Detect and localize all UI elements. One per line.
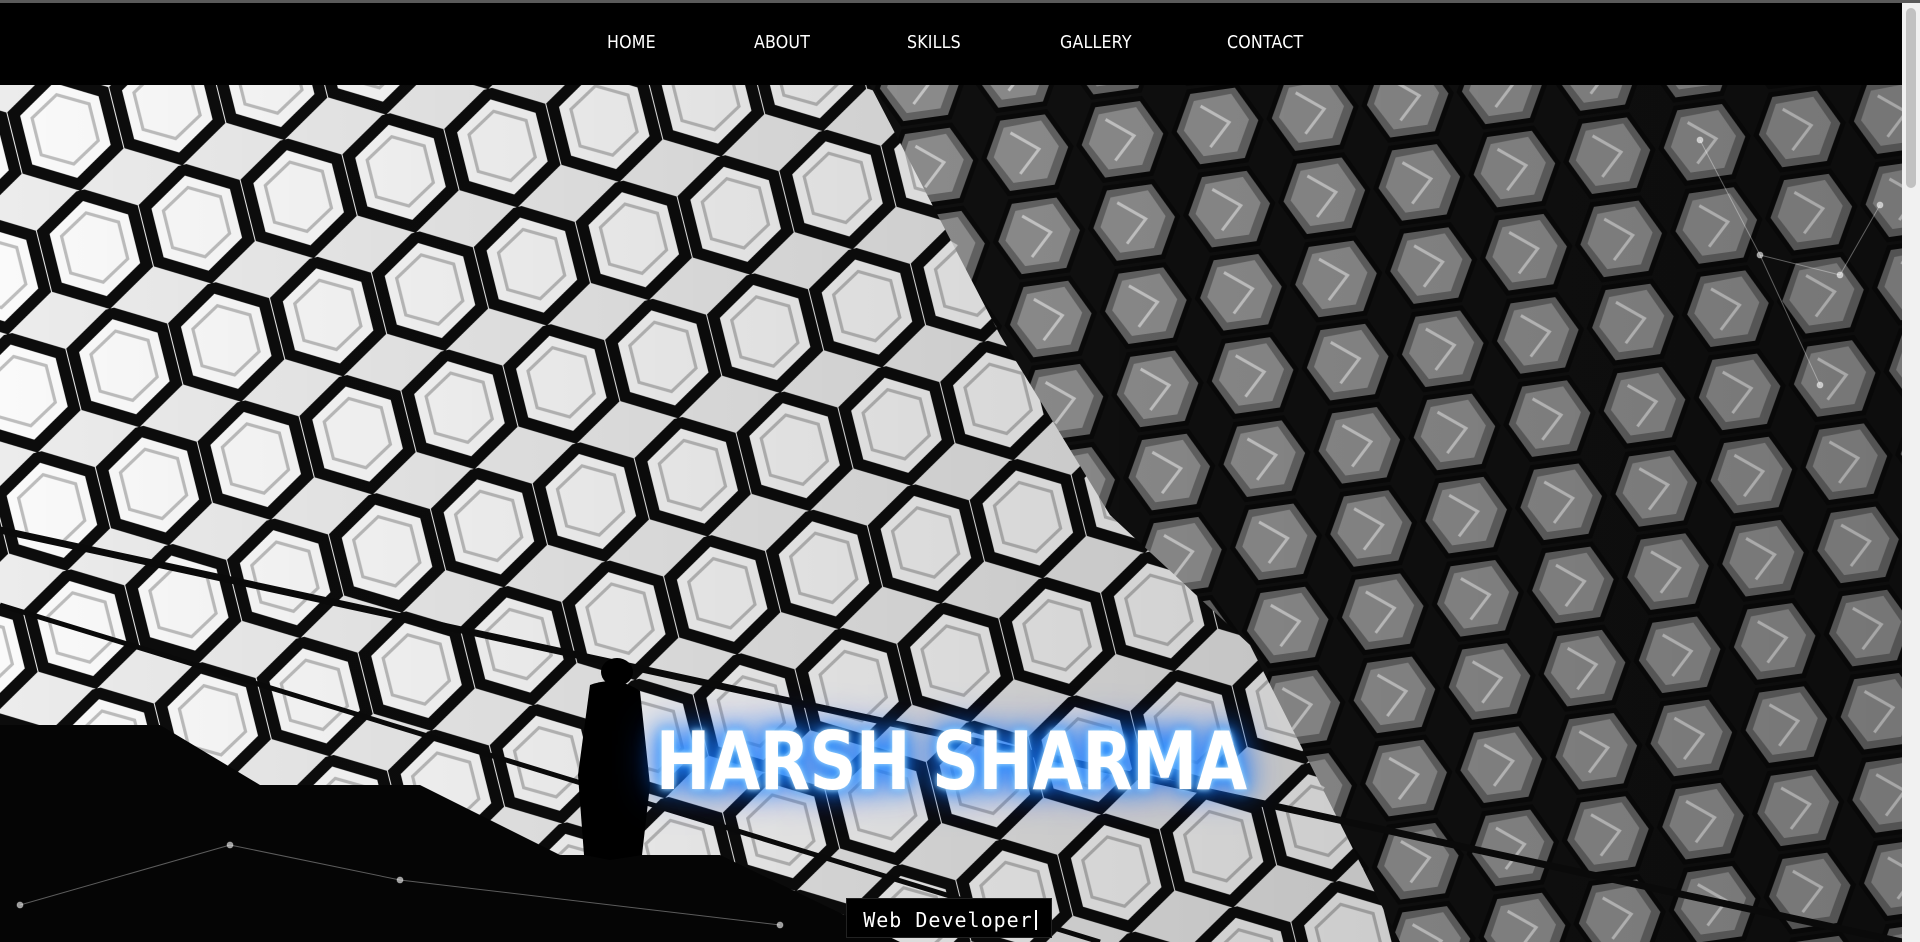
hero-title: HARSH SHARMA — [655, 715, 1248, 808]
hero-subtitle: Web Developer — [863, 908, 1033, 932]
top-navigation: HOME ABOUT SKILLS GALLERY CONTACT — [0, 3, 1902, 85]
hero-subtitle-wrap: Web Developer — [847, 908, 1053, 932]
subtitle-box: Web Developer — [846, 898, 1052, 938]
nav-about-link[interactable]: ABOUT — [754, 32, 810, 53]
nav-home-link[interactable]: HOME — [607, 32, 656, 53]
hero-section — [0, 85, 1902, 942]
nav-gallery-link[interactable]: GALLERY — [1060, 32, 1132, 53]
typing-cursor — [1034, 910, 1037, 930]
scrollbar-thumb[interactable] — [1906, 8, 1916, 188]
nav-skills-link[interactable]: SKILLS — [907, 32, 961, 53]
hero-background-image — [0, 85, 1902, 942]
page-scrollbar[interactable] — [1902, 3, 1920, 942]
nav-contact-link[interactable]: CONTACT — [1227, 32, 1303, 53]
